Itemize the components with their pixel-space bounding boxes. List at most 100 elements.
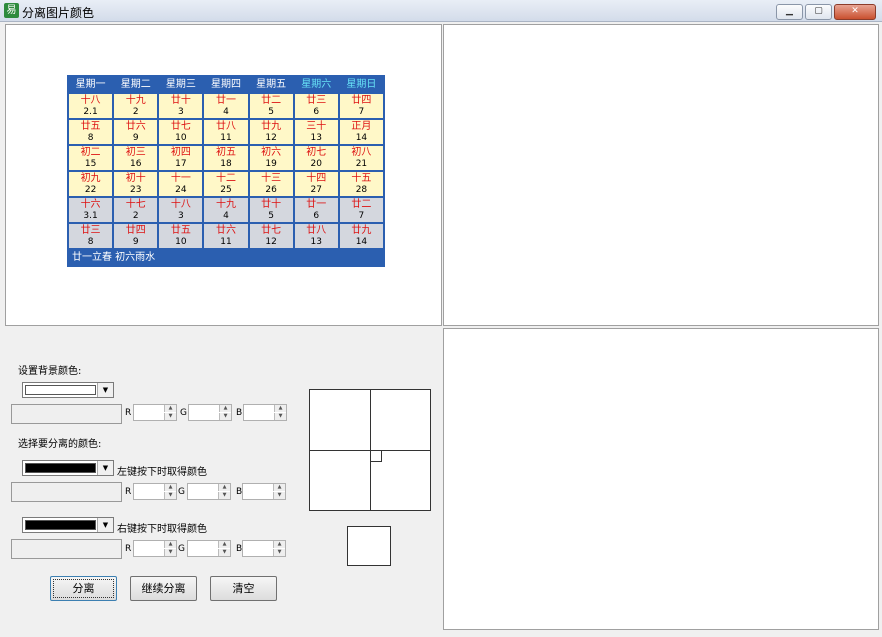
solar-date: 5 xyxy=(268,211,274,221)
solar-date: 5 xyxy=(268,107,274,117)
clear-button[interactable]: 清空 xyxy=(210,576,277,601)
bg-color-label: 设置背景颜色: xyxy=(18,366,82,377)
lunar-date: 廿二 xyxy=(351,199,372,210)
sep2-g-spinner[interactable]: ▲ ▼ xyxy=(187,540,231,557)
close-button[interactable]: ✕ xyxy=(834,4,876,20)
weekday-label: 星期六 xyxy=(301,79,332,90)
solar-date: 2.1 xyxy=(83,107,98,117)
calendar-day-cell: 廿六 9 xyxy=(113,119,159,145)
spin-up-icon[interactable]: ▲ xyxy=(164,541,176,548)
spin-up-icon[interactable]: ▲ xyxy=(219,405,231,412)
solar-date: 25 xyxy=(220,185,232,195)
magnifier-view xyxy=(309,389,431,511)
spin-down-icon[interactable]: ▼ xyxy=(219,413,231,420)
continue-separate-button[interactable]: 继续分离 xyxy=(130,576,197,601)
sep1-r-label: R xyxy=(125,487,132,497)
solar-date: 20 xyxy=(310,159,322,169)
solar-date: 14 xyxy=(355,133,368,143)
lunar-date: 十一 xyxy=(170,173,191,184)
calendar-day-cell: 三十 13 xyxy=(293,119,339,145)
solar-date: 12 xyxy=(265,133,277,143)
solar-date: 6 xyxy=(313,211,320,221)
bg-color-preview xyxy=(11,404,122,424)
app-icon: 易 xyxy=(4,3,19,18)
result-panel-top[interactable] xyxy=(443,24,879,326)
maximize-button[interactable]: ▢ xyxy=(805,4,832,20)
solar-date: 18 xyxy=(220,159,232,169)
sep1-r-spinner[interactable]: ▲ ▼ xyxy=(133,483,177,500)
calendar-day-cell: 廿一 4 xyxy=(203,93,249,119)
spin-down-icon[interactable]: ▼ xyxy=(273,549,285,556)
lunar-date: 十四 xyxy=(306,173,327,184)
lunar-date: 初七 xyxy=(306,147,327,158)
bg-r-spinner[interactable]: ▲ ▼ xyxy=(133,404,177,421)
calendar-day-cell: 廿三 8 xyxy=(68,223,114,249)
solar-date: 19 xyxy=(265,159,277,169)
spin-up-icon[interactable]: ▲ xyxy=(164,484,176,491)
chevron-down-icon: ▼ xyxy=(97,383,113,397)
solar-date: 3 xyxy=(177,107,184,117)
sep1-b-spinner[interactable]: ▲ ▼ xyxy=(242,483,286,500)
calendar-week-row: 廿五 8 廿六 9 廿七 10 廿八 11 廿九 12 三十 13 正月 14 xyxy=(68,119,384,145)
bg-color-select[interactable]: ▼ xyxy=(22,382,114,398)
source-image-panel[interactable]: 星期一 星期二 星期三 星期四 星期五 星期六 星期日 十八 2.1 十九 2 廿十 3 廿一 4 廿二 5 廿… xyxy=(5,24,442,326)
lunar-date: 初六 xyxy=(261,147,282,158)
sep2-r-spinner[interactable]: ▲ ▼ xyxy=(133,540,177,557)
solar-date: 23 xyxy=(129,185,142,195)
bg-g-spinner[interactable]: ▲ ▼ xyxy=(188,404,232,421)
calendar-day-cell: 廿二 7 xyxy=(338,197,384,223)
sep-color2-select[interactable]: ▼ xyxy=(22,517,114,533)
minimize-button[interactable]: ▁ xyxy=(776,4,803,20)
spin-up-icon[interactable]: ▲ xyxy=(274,405,286,412)
calendar-body: 十八 2.1 十九 2 廿十 3 廿一 4 廿二 5 廿三 6 廿四 7 廿五 8 廿六 9 廿七 10 廿八 11 廿九 1… xyxy=(68,93,384,249)
spin-up-icon[interactable]: ▲ xyxy=(218,484,230,491)
lunar-date: 廿四 xyxy=(125,225,146,236)
sep2-b-spinner[interactable]: ▲ ▼ xyxy=(242,540,286,557)
lunar-date: 廿一 xyxy=(306,199,327,210)
spin-down-icon[interactable]: ▼ xyxy=(164,549,176,556)
bg-r-label: R xyxy=(125,408,132,418)
solar-date: 6 xyxy=(313,107,320,117)
spin-down-icon[interactable]: ▼ xyxy=(218,492,230,499)
weekday-label: 星期一 xyxy=(75,79,106,90)
separate-button[interactable]: 分离 xyxy=(50,576,117,601)
calendar-day-cell: 十九 2 xyxy=(113,93,159,119)
solar-date: 24 xyxy=(175,185,187,195)
weekday-label: 星期五 xyxy=(256,79,287,90)
solar-date: 15 xyxy=(84,159,97,169)
spin-down-icon[interactable]: ▼ xyxy=(273,492,285,499)
bg-color-swatch xyxy=(25,385,96,395)
left-click-hint: 左键按下时取得颜色 xyxy=(117,467,207,478)
spin-up-icon[interactable]: ▲ xyxy=(273,484,285,491)
solar-date: 4 xyxy=(223,107,229,117)
solar-date: 3 xyxy=(177,211,184,221)
calendar-day-cell: 廿十 3 xyxy=(158,93,204,119)
calendar-day-cell: 廿九 14 xyxy=(338,223,384,249)
solar-date: 4 xyxy=(223,211,229,221)
result-panel-bottom[interactable] xyxy=(443,328,879,630)
calendar-day-cell: 十七 2 xyxy=(113,197,159,223)
sep-color1-select[interactable]: ▼ xyxy=(22,460,114,476)
spin-down-icon[interactable]: ▼ xyxy=(218,549,230,556)
calendar-day-cell: 初十 23 xyxy=(113,171,159,197)
spin-up-icon[interactable]: ▲ xyxy=(273,541,285,548)
lunar-date: 初八 xyxy=(351,147,372,158)
solar-date: 9 xyxy=(132,237,139,247)
solar-date: 10 xyxy=(175,237,187,247)
lunar-date: 廿四 xyxy=(351,95,372,106)
solar-date: 27 xyxy=(310,185,322,195)
spin-down-icon[interactable]: ▼ xyxy=(164,492,176,499)
lunar-date: 廿五 xyxy=(80,121,101,132)
bg-b-spinner[interactable]: ▲ ▼ xyxy=(243,404,287,421)
calendar-day-cell: 廿九 12 xyxy=(248,119,294,145)
spin-up-icon[interactable]: ▲ xyxy=(218,541,230,548)
calendar-day-cell: 初四 17 xyxy=(158,145,204,171)
spin-down-icon[interactable]: ▼ xyxy=(274,413,286,420)
right-click-hint: 右键按下时取得颜色 xyxy=(117,524,207,535)
spin-down-icon[interactable]: ▼ xyxy=(164,413,176,420)
sep1-g-spinner[interactable]: ▲ ▼ xyxy=(187,483,231,500)
solar-date: 21 xyxy=(355,159,368,169)
lunar-date: 廿九 xyxy=(261,121,282,132)
lunar-date: 廿七 xyxy=(261,225,282,236)
spin-up-icon[interactable]: ▲ xyxy=(164,405,176,412)
